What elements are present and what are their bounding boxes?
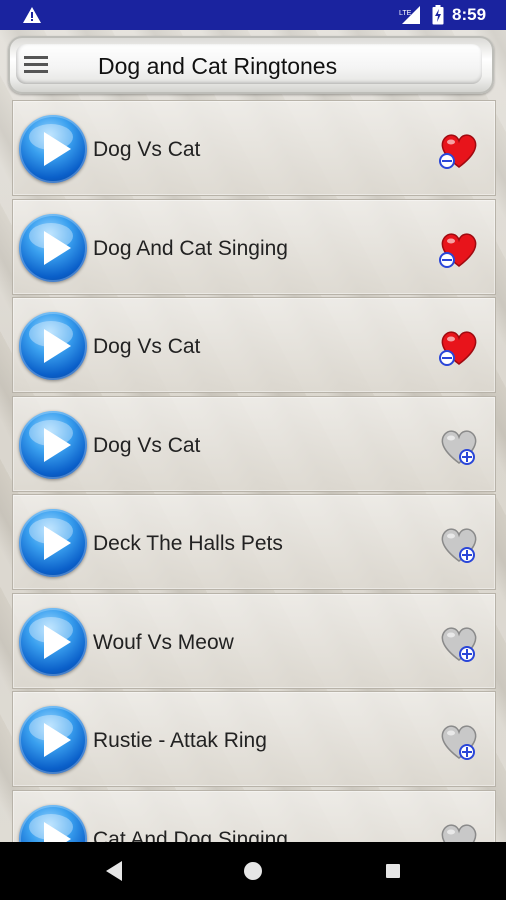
- app-bar: Dog and Cat Ringtones: [8, 36, 494, 94]
- favorite-heart-add-icon[interactable]: [437, 720, 481, 764]
- favorite-heart-remove-icon[interactable]: [437, 129, 481, 173]
- favorite-heart-add-icon[interactable]: [437, 425, 481, 469]
- ringtone-title: Wouf Vs Meow: [93, 630, 234, 654]
- list-item[interactable]: Dog Vs Cat: [12, 100, 496, 196]
- favorite-heart-remove-icon[interactable]: [437, 326, 481, 370]
- play-icon[interactable]: [19, 804, 87, 842]
- play-icon[interactable]: [19, 312, 87, 380]
- ringtone-title: Cat And Dog Singing: [93, 827, 288, 843]
- list-item[interactable]: Cat And Dog Singing: [12, 789, 496, 843]
- warning-icon: [23, 7, 41, 23]
- list-item[interactable]: Rustie - Attak Ring: [12, 691, 496, 787]
- status-time: 8:59: [452, 5, 487, 24]
- ringtone-title: Dog And Cat Singing: [93, 236, 288, 260]
- ringtone-list[interactable]: Dog Vs Cat Dog And Cat Singing Dog Vs Cat D…: [0, 100, 506, 842]
- list-item[interactable]: Wouf Vs Meow: [12, 592, 496, 689]
- ringtone-title: Dog Vs Cat: [93, 335, 201, 358]
- favorite-heart-add-icon[interactable]: [437, 622, 481, 666]
- play-icon[interactable]: [19, 509, 87, 577]
- list-item[interactable]: Dog And Cat Singing: [12, 198, 496, 295]
- favorite-heart-add-icon[interactable]: [437, 523, 481, 567]
- favorite-heart-remove-icon[interactable]: [437, 228, 481, 272]
- play-icon[interactable]: [19, 607, 87, 676]
- hamburger-menu-icon[interactable]: [24, 56, 48, 74]
- page-title: Dog and Cat Ringtones: [98, 53, 338, 79]
- back-icon[interactable]: [104, 860, 124, 882]
- list-item[interactable]: Dog Vs Cat: [12, 395, 496, 492]
- list-item[interactable]: Deck The Halls Pets: [12, 494, 496, 590]
- list-item[interactable]: Dog Vs Cat: [12, 297, 496, 393]
- play-icon[interactable]: [19, 213, 87, 282]
- lte-signal-icon: LTE: [399, 6, 420, 24]
- recents-icon[interactable]: [386, 864, 400, 878]
- home-icon[interactable]: [244, 862, 262, 880]
- ringtone-title: Deck The Halls Pets: [93, 532, 283, 555]
- play-icon[interactable]: [19, 410, 87, 479]
- favorite-heart-add-icon[interactable]: [437, 819, 481, 842]
- status-bar: LTE 8:59: [0, 0, 506, 30]
- svg-text:LTE: LTE: [399, 10, 412, 17]
- play-icon[interactable]: [19, 706, 87, 774]
- navigation-bar: [0, 842, 506, 900]
- ringtone-title: Rustie - Attak Ring: [93, 729, 267, 752]
- ringtone-title: Dog Vs Cat: [93, 433, 201, 457]
- ringtone-title: Dog Vs Cat: [93, 138, 201, 161]
- battery-icon: [432, 5, 444, 25]
- play-icon[interactable]: [19, 115, 87, 183]
